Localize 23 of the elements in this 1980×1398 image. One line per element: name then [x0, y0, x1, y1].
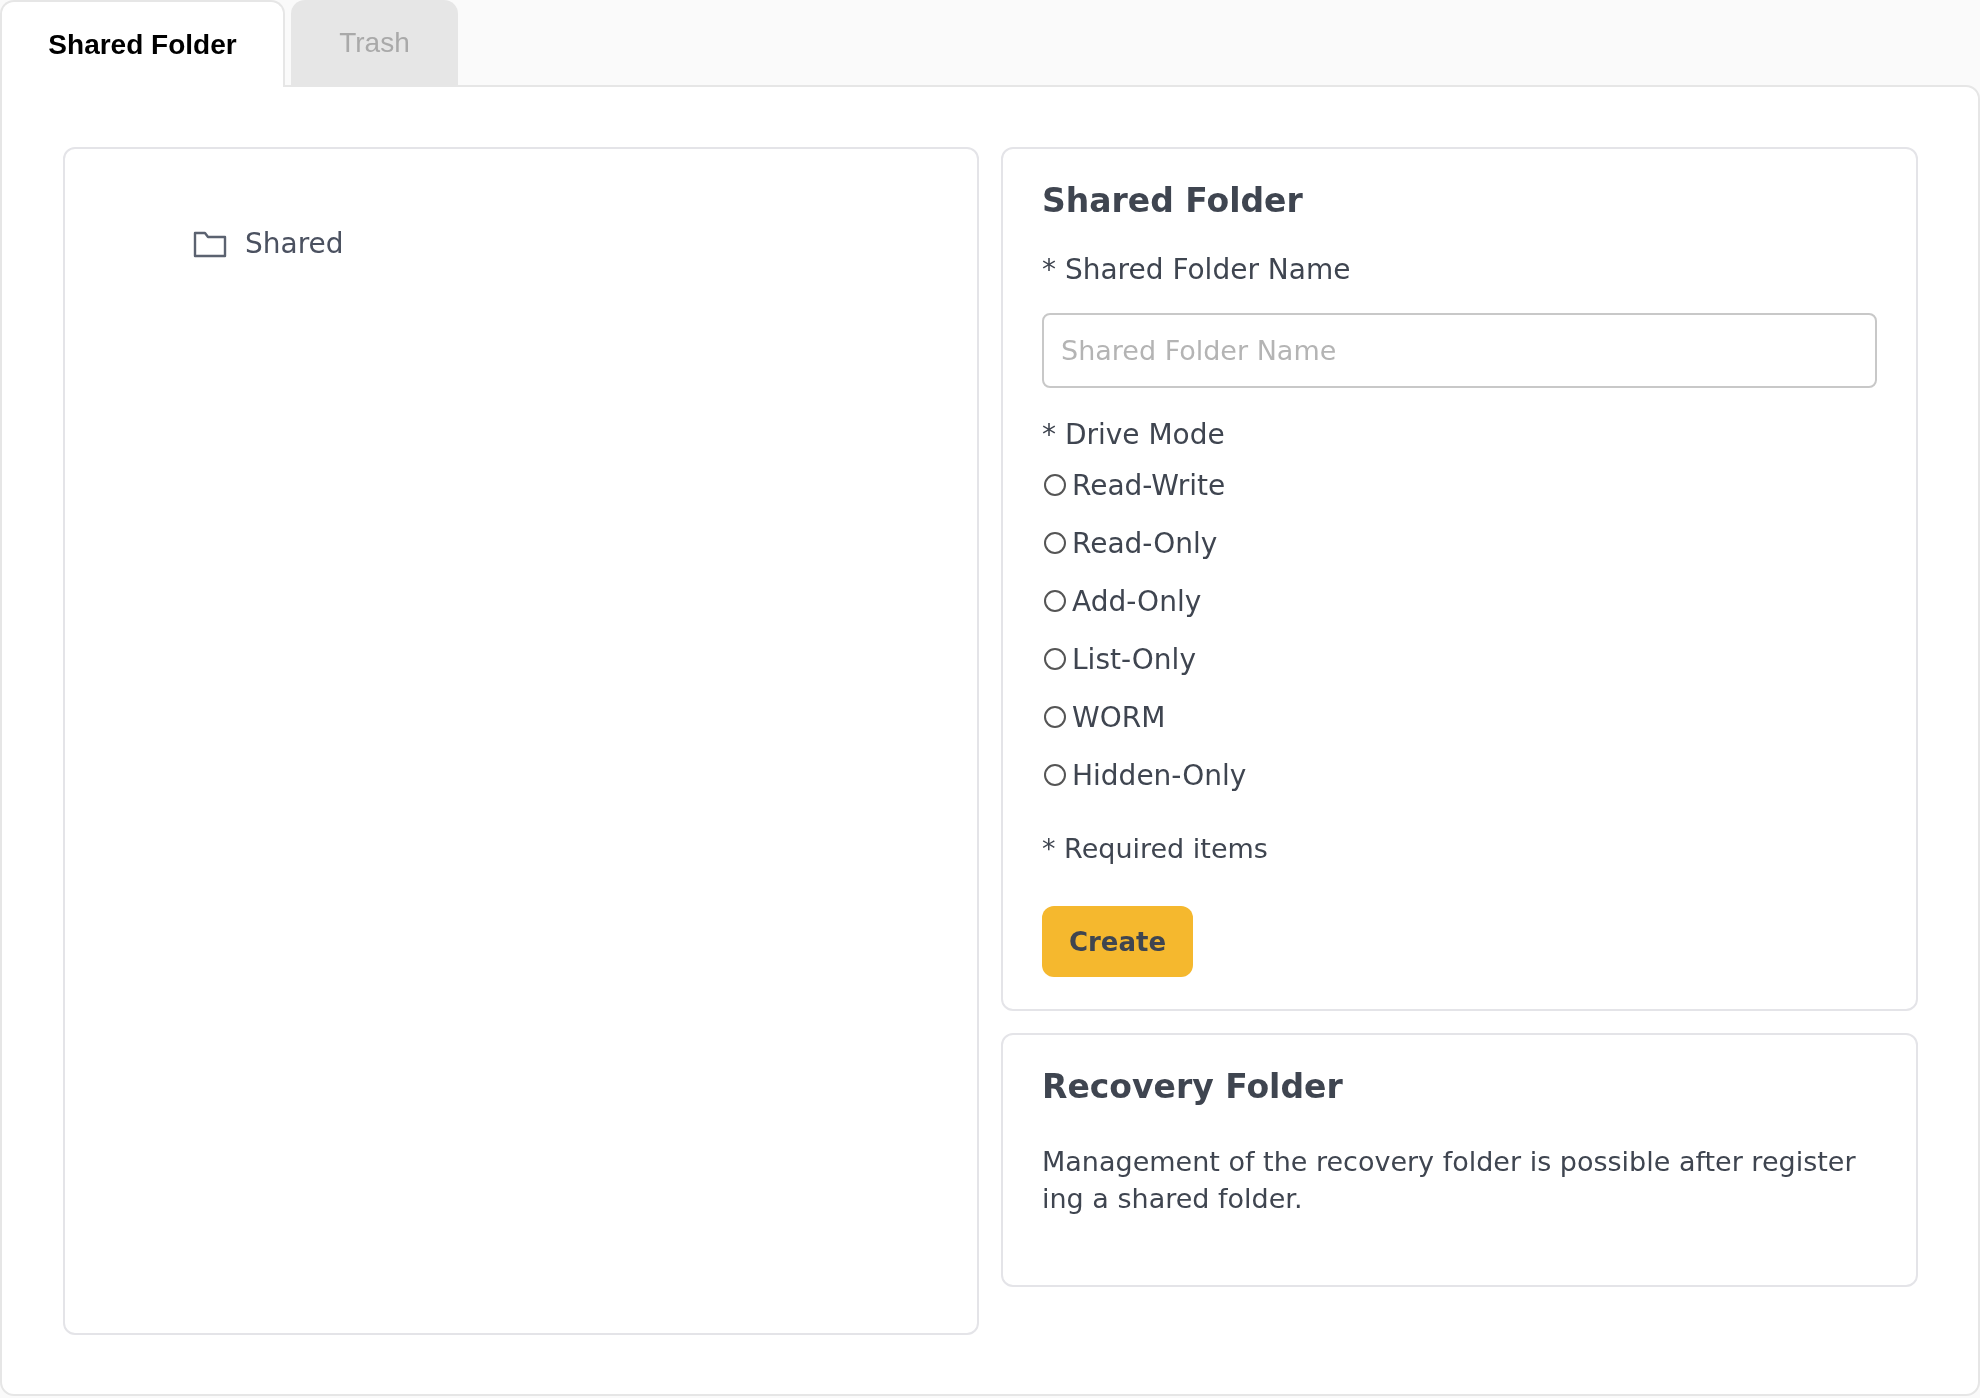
radio-label[interactable]: Read-Only	[1072, 526, 1218, 560]
card-title: Recovery Folder	[1042, 1066, 1344, 1108]
info-message: Management of the recovery folder is possible after registering a shared folder.	[1042, 1145, 1857, 1216]
field-label: * Drive Mode	[1042, 417, 1226, 453]
radio-button[interactable]	[1044, 474, 1066, 496]
radio-button[interactable]	[1044, 590, 1066, 612]
create-button[interactable]: Create	[1042, 906, 1193, 977]
radio-button[interactable]	[1044, 532, 1066, 554]
radio-label[interactable]: WORM	[1072, 700, 1166, 734]
radio-label[interactable]: Hidden-Only	[1072, 758, 1247, 792]
radio-button[interactable]	[1044, 706, 1066, 728]
radio-button[interactable]	[1044, 648, 1066, 670]
tree-item[interactable]: Shared	[245, 227, 344, 260]
required-note: * Required items	[1042, 832, 1269, 866]
radio-label[interactable]: Read-Write	[1072, 468, 1226, 502]
radio-label[interactable]: List-Only	[1072, 642, 1196, 676]
radio-label[interactable]: Add-Only	[1072, 584, 1202, 618]
card-title: Shared Folder	[1042, 180, 1304, 222]
radio-button[interactable]	[1044, 764, 1066, 786]
tab[interactable]: Shared Folder	[0, 0, 285, 87]
field-label: * Shared Folder Name	[1042, 252, 1352, 288]
input-field[interactable]: Shared Folder Name	[1042, 313, 1877, 388]
folder-icon	[193, 229, 227, 258]
